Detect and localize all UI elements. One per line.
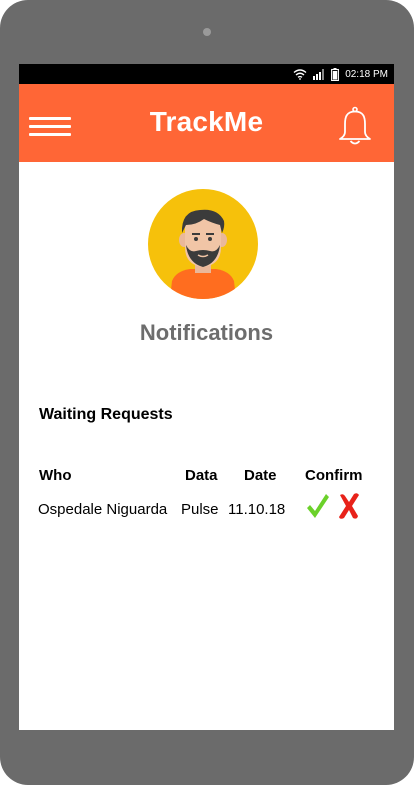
cell-who: Ospedale Niguarda [38, 501, 168, 518]
status-time: 02:18 PM [345, 68, 388, 80]
reject-button[interactable] [337, 492, 361, 520]
page-title: Notifications [139, 320, 274, 345]
app-bar: TrackMe [19, 84, 394, 162]
check-icon [307, 494, 329, 518]
avatar [148, 189, 258, 299]
column-header-date: Date [244, 467, 277, 484]
bell-icon[interactable] [337, 106, 373, 146]
column-header-who: Who [39, 467, 72, 484]
cross-icon [339, 493, 359, 519]
cell-date: 11.10.18 [228, 501, 286, 518]
section-title: Waiting Requests [39, 406, 173, 423]
column-header-confirm: Confirm [305, 467, 363, 484]
signal-icon [313, 69, 325, 80]
status-icons: 02:18 PM [293, 66, 388, 82]
device-frame: 02:18 PM TrackMe Notifications Waiting R… [0, 0, 414, 785]
screen: 02:18 PM TrackMe Notifications Waiting R… [19, 64, 394, 730]
battery-icon [331, 67, 340, 81]
wifi-icon [293, 69, 307, 80]
accept-button[interactable] [305, 492, 329, 520]
column-header-data: Data [185, 467, 218, 484]
camera-dot [203, 28, 211, 36]
cell-data: Pulse [181, 501, 219, 518]
status-bar: 02:18 PM [19, 64, 394, 84]
